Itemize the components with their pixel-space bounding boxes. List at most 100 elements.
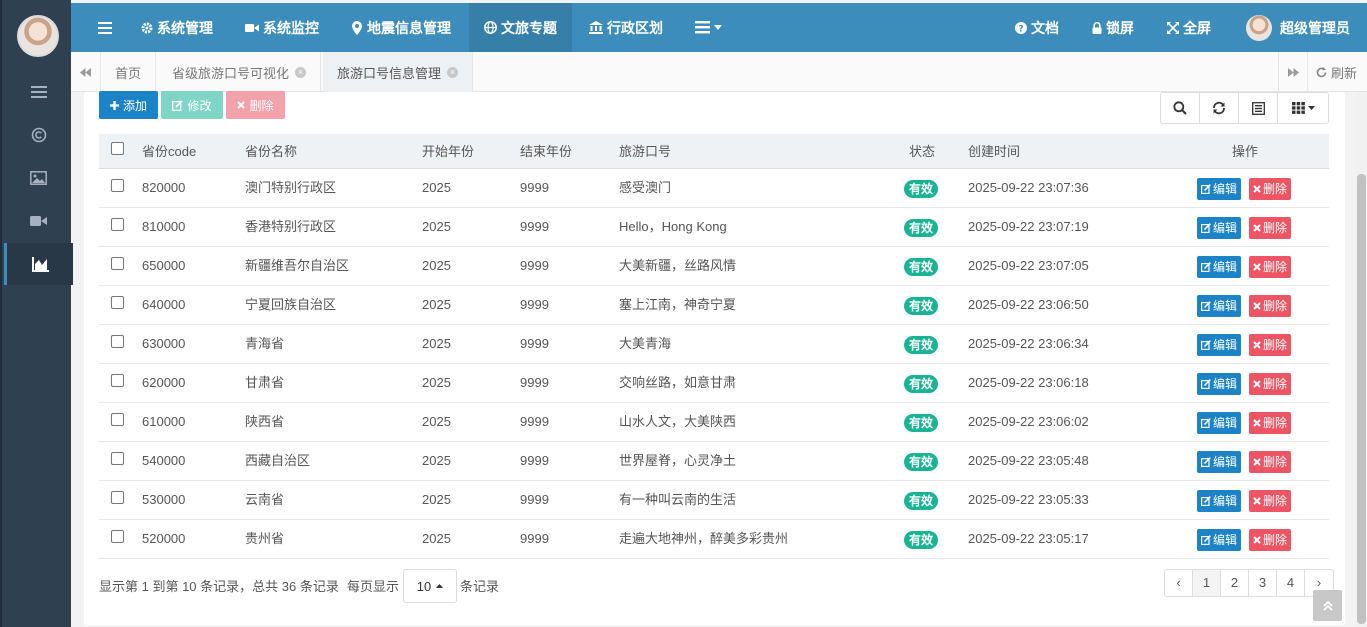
page-size-dropdown[interactable]: 10 [403,569,457,603]
tab-slogan-visualization[interactable]: 省级旅游口号可视化 × [158,52,322,92]
cell-name: 甘肃省 [245,375,285,390]
cell-end-year: 9999 [520,375,549,390]
copyright-icon[interactable] [4,114,73,156]
row-edit-button[interactable]: 编辑 [1197,334,1242,356]
row-edit-label: 编辑 [1213,416,1238,430]
row-checkbox[interactable] [111,530,124,543]
status-badge: 有效 [904,375,939,393]
table-row[interactable]: 640000 宁夏回族自治区 2025 9999 塞上江南，神奇宁夏 有效 2025-09-… [99,286,1329,325]
row-checkbox[interactable] [111,335,124,348]
nav-user-menu[interactable]: 超级管理员 [1246,3,1350,52]
image-icon[interactable] [4,157,73,199]
header-end-year[interactable]: 结束年份 [520,134,572,169]
table-row[interactable]: 820000 澳门特别行政区 2025 9999 感受澳门 有效 2025-09-22 23… [99,169,1329,208]
header-name[interactable]: 省份名称 [245,134,297,169]
nav-docs[interactable]: ? 文档 [1015,3,1059,52]
video-icon[interactable] [4,200,73,242]
row-checkbox[interactable] [111,374,124,387]
row-delete-button[interactable]: 删除 [1249,334,1292,356]
row-delete-button[interactable]: 删除 [1249,412,1292,434]
nav-more-dropdown[interactable] [695,3,722,52]
page-1[interactable]: 1 [1193,570,1221,596]
table-row[interactable]: 810000 香港特别行政区 2025 9999 Hello，Hong Kong 有效 20… [99,208,1329,247]
cell-end-year: 9999 [520,336,549,351]
row-delete-button[interactable]: 删除 [1249,295,1292,317]
nav-fullscreen[interactable]: 全屏 [1167,3,1211,52]
row-delete-button[interactable]: 删除 [1249,451,1292,473]
row-edit-button[interactable]: 编辑 [1197,217,1242,239]
row-delete-button[interactable]: 删除 [1249,373,1292,395]
tab-close-icon[interactable]: × [447,66,459,78]
row-edit-button[interactable]: 编辑 [1197,178,1242,200]
page-4[interactable]: 4 [1277,570,1305,596]
nav-earthquake-info[interactable]: 地震信息管理 [351,3,451,52]
row-checkbox[interactable] [111,452,124,465]
menu-toggle-icon[interactable] [4,71,73,113]
row-edit-button[interactable]: 编辑 [1197,412,1242,434]
row-delete-button[interactable]: 删除 [1249,178,1292,200]
back-to-top-button[interactable] [1313,590,1342,621]
columns-dropdown-button[interactable] [1278,93,1328,123]
cell-slogan: 山水人文，大美陕西 [619,414,737,429]
row-checkbox[interactable] [111,218,124,231]
times-icon [1253,497,1261,505]
tabs-scroll-left-icon[interactable] [71,52,101,92]
area-chart-icon[interactable] [4,243,73,285]
row-edit-button[interactable]: 编辑 [1197,373,1242,395]
table-row[interactable]: 620000 甘肃省 2025 9999 交响丝路，如意甘肃 有效 2025-09-22 2… [99,364,1329,403]
table-row[interactable]: 540000 西藏自治区 2025 9999 世界屋脊，心灵净土 有效 2025-09-22… [99,442,1329,481]
nav-system-monitor[interactable]: 系统监控 [245,3,319,52]
row-delete-label: 删除 [1263,377,1288,391]
add-button[interactable]: 添加 [99,91,158,119]
page-scrollbar[interactable] [1356,92,1367,627]
table-row[interactable]: 650000 新疆维吾尔自治区 2025 9999 大美新疆，丝路风情 有效 2025-09… [99,247,1329,286]
page-2[interactable]: 2 [1221,570,1249,596]
row-delete-button[interactable]: 删除 [1249,529,1292,551]
row-checkbox[interactable] [111,296,124,309]
table-row[interactable]: 530000 云南省 2025 9999 有一种叫云南的生活 有效 2025-09-22 2… [99,481,1329,520]
nav-admin-division[interactable]: 行政区划 [589,3,663,52]
tabs-scroll-right-icon[interactable] [1278,52,1308,92]
scroll-thumb[interactable] [1357,174,1366,624]
tab-home[interactable]: 首页 [101,52,157,92]
row-edit-button[interactable]: 编辑 [1197,256,1242,278]
row-delete-button[interactable]: 删除 [1249,490,1292,512]
delete-button[interactable]: 删除 [226,91,285,119]
row-checkbox[interactable] [111,179,124,192]
row-edit-button[interactable]: 编辑 [1197,451,1242,473]
refresh-table-button[interactable] [1200,93,1239,123]
row-checkbox[interactable] [111,491,124,504]
tab-close-icon[interactable]: × [295,66,307,78]
table-row[interactable]: 630000 青海省 2025 9999 大美青海 有效 2025-09-22 23:06:… [99,325,1329,364]
nav-system-manage[interactable]: 系统管理 [141,3,213,52]
toggle-view-button[interactable] [1239,93,1278,123]
table-row[interactable]: 610000 陕西省 2025 9999 山水人文，大美陕西 有效 2025-09-22 2… [99,403,1329,442]
header-code[interactable]: 省份code [142,134,196,169]
cell-name: 澳门特别行政区 [245,180,337,195]
page-prev[interactable]: ‹ [1165,570,1193,596]
row-edit-button[interactable]: 编辑 [1197,490,1242,512]
nav-label: 文档 [1031,19,1059,36]
row-delete-button[interactable]: 删除 [1249,256,1292,278]
nav-culture-tourism[interactable]: 文旅专题 [469,3,572,52]
header-start-year[interactable]: 开始年份 [422,134,474,169]
row-checkbox[interactable] [111,413,124,426]
refresh-tab-button[interactable]: 刷新 [1308,52,1365,92]
search-toggle-button[interactable] [1161,93,1200,123]
nav-lock-screen[interactable]: 锁屏 [1092,3,1134,52]
header-status[interactable]: 状态 [909,134,935,169]
row-edit-button[interactable]: 编辑 [1197,529,1242,551]
modify-button[interactable]: 修改 [161,91,223,119]
user-avatar[interactable] [17,15,59,57]
header-slogan[interactable]: 旅游口号 [619,134,671,169]
header-operations: 操作 [1232,144,1259,159]
row-edit-button[interactable]: 编辑 [1197,295,1242,317]
table-row[interactable]: 520000 贵州省 2025 9999 走遍大地神州，醉美多彩贵州 有效 2025-09-… [99,520,1329,559]
header-created[interactable]: 创建时间 [968,134,1020,169]
hamburger-icon[interactable] [87,3,123,52]
row-checkbox[interactable] [111,257,124,270]
select-all-checkbox[interactable] [111,142,124,155]
row-delete-button[interactable]: 删除 [1249,217,1292,239]
tab-slogan-info-manage[interactable]: 旅游口号信息管理 × [323,52,474,92]
page-3[interactable]: 3 [1249,570,1277,596]
